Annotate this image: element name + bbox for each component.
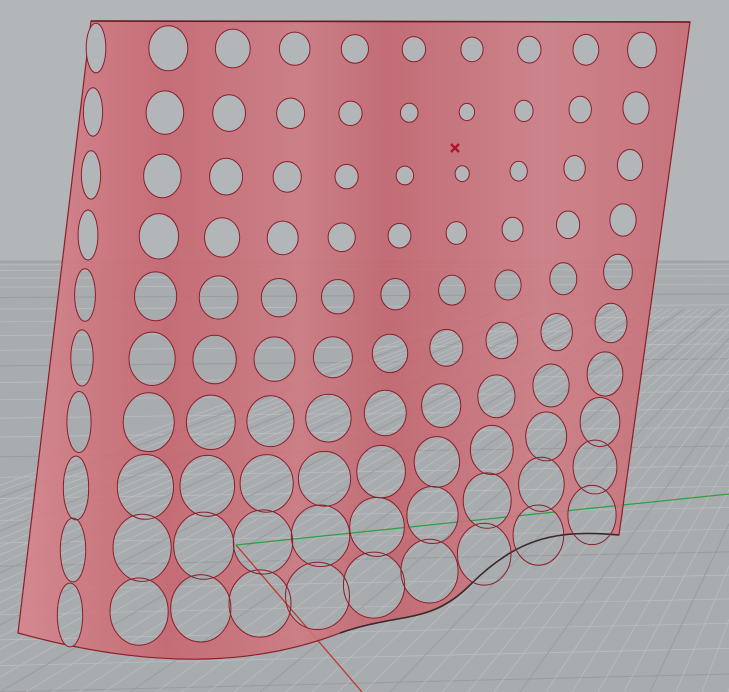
rhino-perspective-viewport[interactable]	[0, 0, 729, 692]
viewport-scene[interactable]	[0, 0, 729, 692]
surface-top-edge	[90, 20, 691, 23]
